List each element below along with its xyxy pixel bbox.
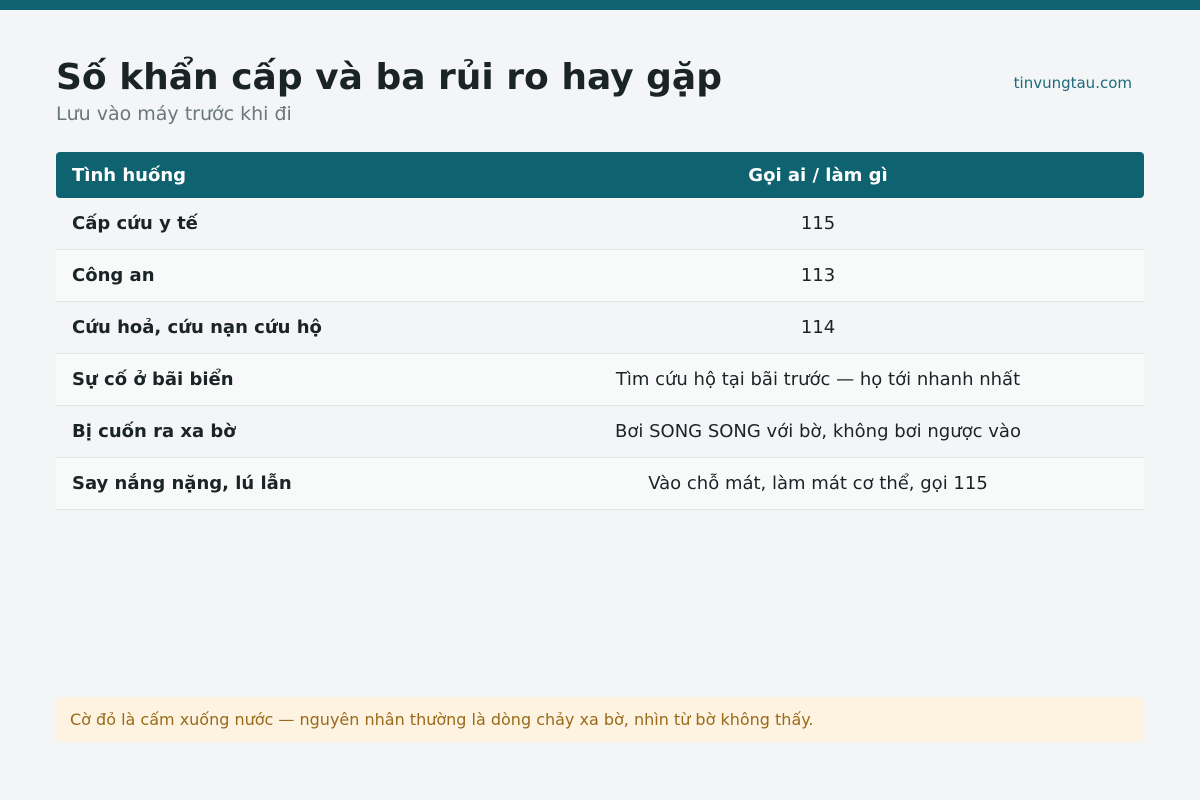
action-cell: Bơi SONG SONG với bờ, không bơi ngược và… (615, 421, 1021, 442)
top-accent-bar (0, 0, 1200, 10)
table-row: Công an 113 (56, 250, 1144, 302)
action-cell: Vào chỗ mát, làm mát cơ thể, gọi 115 (648, 473, 988, 494)
action-cell: 115 (800, 213, 836, 234)
column-header-action: Gọi ai / làm gì (748, 164, 888, 186)
page-title: Số khẩn cấp và ba rủi ro hay gặp (56, 57, 722, 98)
situation-cell: Sự cố ở bãi biển (72, 369, 234, 390)
action-cell: 113 (800, 265, 836, 286)
table-row: Bị cuốn ra xa bờ Bơi SONG SONG với bờ, k… (56, 406, 1144, 458)
situation-cell: Cấp cứu y tế (72, 213, 198, 234)
situation-cell: Say nắng nặng, lú lẫn (72, 473, 292, 494)
site-name: tinvungtau.com (1013, 74, 1132, 92)
page-header: Số khẩn cấp và ba rủi ro hay gặp Lưu vào… (56, 56, 1144, 126)
column-header-situation: Tình huống (72, 164, 187, 186)
action-cell: Tìm cứu hộ tại bãi trước — họ tới nhanh … (615, 369, 1021, 390)
table-row: Say nắng nặng, lú lẫn Vào chỗ mát, làm m… (56, 458, 1144, 510)
emergency-table: Tình huống Gọi ai / làm gì Cấp cứu y tế … (56, 152, 1144, 510)
table-row: Sự cố ở bãi biển Tìm cứu hộ tại bãi trướ… (56, 354, 1144, 406)
table-header: Tình huống Gọi ai / làm gì (56, 152, 1144, 198)
table-row: Cứu hoả, cứu nạn cứu hộ 114 (56, 302, 1144, 354)
warning-note: Cờ đỏ là cấm xuống nước — nguyên nhân th… (56, 697, 1144, 742)
situation-cell: Công an (72, 265, 155, 286)
situation-cell: Bị cuốn ra xa bờ (72, 421, 236, 442)
table-row: Cấp cứu y tế 115 (56, 198, 1144, 250)
situation-cell: Cứu hoả, cứu nạn cứu hộ (72, 317, 322, 338)
page-subtitle: Lưu vào máy trước khi đi (56, 103, 292, 125)
action-cell: 114 (800, 317, 836, 338)
